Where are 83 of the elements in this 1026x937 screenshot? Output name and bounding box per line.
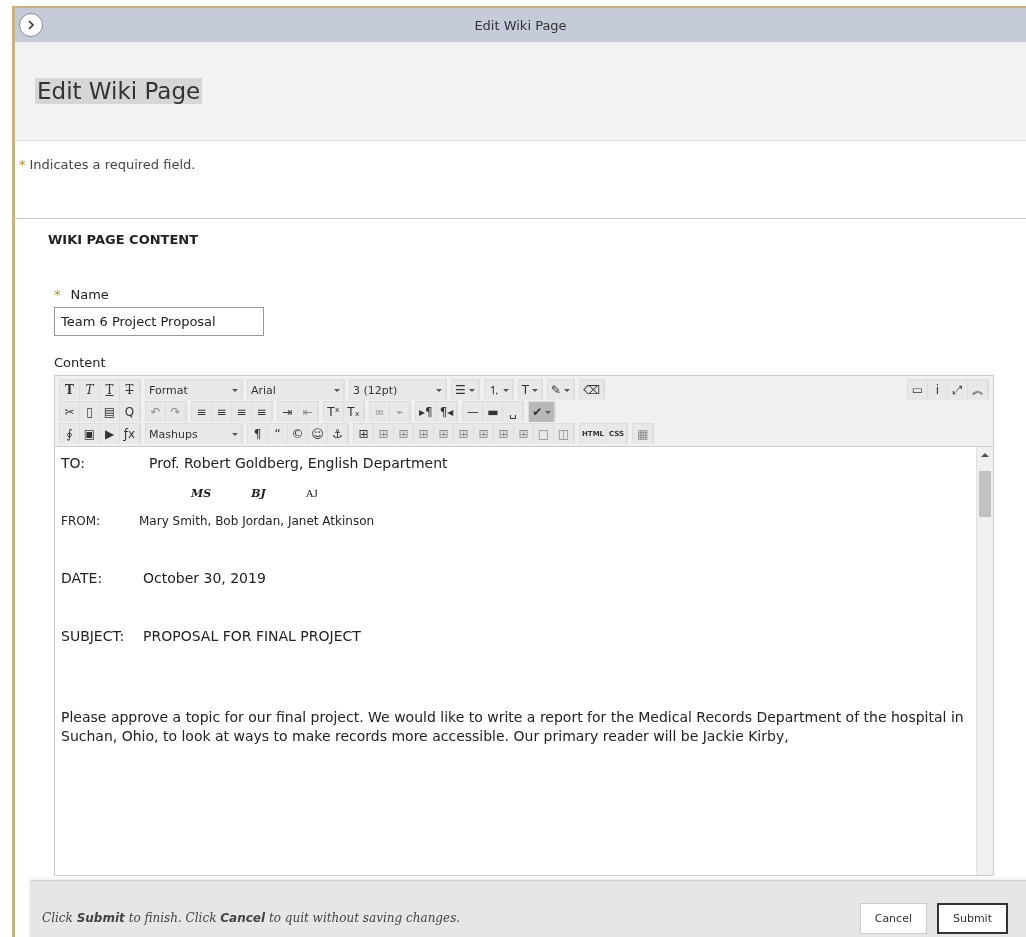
toolbar-button[interactable]: Q [120, 402, 140, 422]
split-button[interactable]: T [518, 380, 543, 400]
footer-button[interactable]: Submit [936, 902, 1008, 934]
memo-text: PROPOSAL FOR FINAL PROJECT [143, 628, 361, 644]
caret-icon [232, 388, 238, 392]
field-label: Name [70, 287, 109, 302]
toolbar-button[interactable]: T [80, 380, 100, 400]
memo-text: October 30, 2019 [143, 570, 266, 586]
name-field[interactable]: Team 6 Project Proposal [54, 307, 264, 336]
toolbar-button[interactable]: ︽ [968, 380, 988, 400]
toolbar-button[interactable]: ▭ [908, 380, 928, 400]
caret-icon [545, 410, 552, 414]
caret-icon [232, 432, 238, 436]
dropdown[interactable]: Arial [248, 380, 344, 400]
toolbar-button[interactable]: Tˣ [324, 402, 344, 422]
memo-label: DATE: [61, 570, 104, 586]
dropdown[interactable]: 3 (12pt) [350, 380, 446, 400]
toolbar-button[interactable]: ␣ [503, 402, 524, 422]
initials: MS [191, 487, 212, 500]
window-title: Edit Wiki Page [474, 17, 567, 33]
chevron-icon [25, 19, 37, 31]
toolbar-button[interactable]: ▣ [80, 424, 100, 444]
scroll-up-icon[interactable] [981, 453, 989, 457]
toolbar-button[interactable]: ▤ [100, 402, 120, 422]
split-button[interactable]: ✔ [529, 402, 556, 422]
toolbar-button[interactable]: ≡ [252, 402, 272, 422]
toolbar-button[interactable]: ✂ [60, 402, 80, 422]
paragraph: Please approve a topic for our final project. We would like to write a report for the Medical Records Department of the hospital in Suchan, Ohio, to look at ways to make records more accessible. Our primary reader will be Jackie Kirby, [61, 708, 965, 746]
toolbar-button[interactable]: ⇥ [278, 402, 298, 422]
toolbar-button[interactable]: ☺ [308, 424, 328, 444]
required-note: Indicates a required field. [29, 157, 196, 172]
toolbar-button[interactable]: © [288, 424, 308, 444]
toolbar-button[interactable]: ƒx [120, 424, 140, 444]
caret-icon [564, 388, 571, 392]
scroll-thumb[interactable] [979, 471, 991, 517]
toolbar-button[interactable]: ▸¶ [416, 402, 437, 422]
caret-icon [468, 388, 475, 392]
toolbar-button[interactable]: ⊞ [354, 424, 374, 444]
page-title: Edit Wiki Page [35, 78, 203, 104]
caret-icon [532, 388, 539, 392]
toolbar-button[interactable]: ≡ [212, 402, 232, 422]
toolbar-button[interactable]: ∮ [60, 424, 80, 444]
dropdown[interactable]: Format [146, 380, 242, 400]
initials: BJ [251, 487, 266, 500]
memo-text: Prof. Robert Goldberg, English Department [149, 455, 448, 471]
toolbar-button[interactable]: i [928, 380, 948, 400]
field-label: Content [54, 355, 107, 370]
toolbar-button[interactable]: ⚓ [328, 424, 348, 444]
required-mark: * [19, 157, 26, 172]
editor-body[interactable] [54, 447, 994, 876]
memo-label: SUBJECT: [61, 628, 126, 644]
toolbar-button[interactable]: T [100, 380, 120, 400]
split-button[interactable]: ⒈ [484, 380, 513, 400]
toolbar-button[interactable]: ¶ [248, 424, 268, 444]
split-button[interactable]: ☰ [452, 380, 479, 400]
toolbar-button[interactable]: “ [268, 424, 288, 444]
caret-icon [436, 388, 442, 392]
toolbar-button[interactable]: ≡ [232, 402, 252, 422]
required-mark: * [54, 287, 61, 302]
toolbar-button[interactable]: — [463, 402, 484, 422]
toolbar-button[interactable]: ¶◂ [436, 402, 458, 422]
section-title: WIKI PAGE CONTENT [48, 232, 200, 247]
memo-label: FROM: [61, 514, 102, 528]
footer-hint: Click Submit to finish. Click Cancel to quit without saving changes. [42, 911, 461, 925]
scrollbar[interactable] [976, 447, 993, 875]
toolbar-button[interactable]: ≡ [192, 402, 212, 422]
toolbar-button[interactable]: ▯ [80, 402, 100, 422]
toolbar-button[interactable]: ⌫ [580, 380, 605, 400]
toolbar-button[interactable]: T [60, 380, 80, 400]
caret-icon [502, 388, 509, 392]
dropdown[interactable]: Mashups [146, 424, 242, 444]
caret-icon [334, 388, 340, 392]
memo-label: TO: [61, 455, 87, 471]
toolbar-button[interactable]: T [120, 380, 140, 400]
expand-button[interactable] [19, 13, 43, 37]
toolbar-button[interactable]: ▶ [100, 424, 120, 444]
toolbar-button[interactable]: ⤢ [948, 380, 968, 400]
memo-text: Mary Smith, Bob Jordan, Janet Atkinson [139, 514, 375, 528]
toolbar-button[interactable]: ▬ [483, 402, 504, 422]
footer-button[interactable]: Cancel [859, 902, 927, 934]
split-button[interactable]: ✎ [548, 380, 575, 400]
toolbar-button[interactable]: Tₓ [344, 402, 364, 422]
initials: AJ [305, 487, 318, 500]
